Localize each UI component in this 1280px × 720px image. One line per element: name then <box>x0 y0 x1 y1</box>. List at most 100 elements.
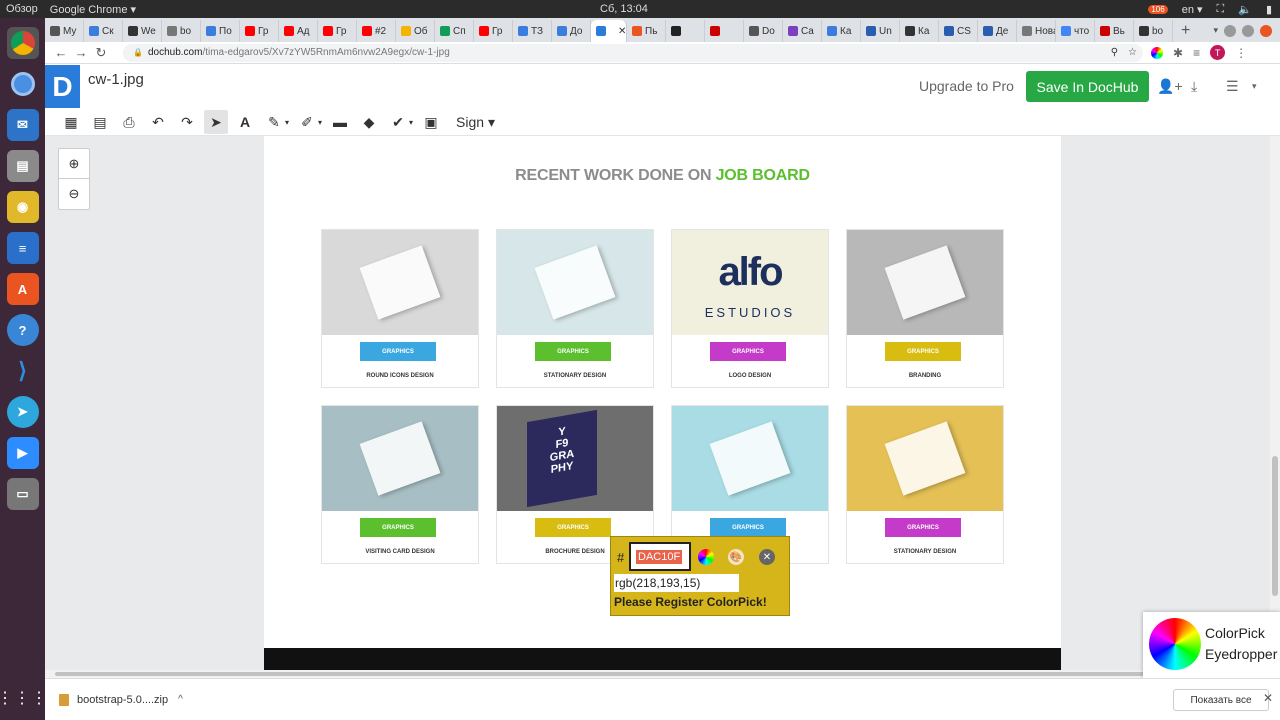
media-icon[interactable]: ≡ <box>1193 46 1200 60</box>
maximize-button[interactable] <box>1242 25 1254 37</box>
clock[interactable]: Сб, 13:04 <box>600 3 648 15</box>
browser-tab[interactable]: Гр <box>318 20 357 42</box>
browser-tab[interactable]: My <box>45 20 84 42</box>
writer-icon[interactable]: ≡ <box>6 232 39 264</box>
redo-icon[interactable]: ↷ <box>175 110 199 134</box>
checkmark-dropdown-icon[interactable]: ▾ <box>409 118 413 127</box>
show-apps-icon[interactable]: ⋮⋮⋮ <box>0 688 48 708</box>
help-icon[interactable]: ? <box>6 314 39 346</box>
text-tool-icon[interactable]: A <box>233 110 257 134</box>
extensions-puzzle-icon[interactable]: ✱ <box>1173 46 1183 60</box>
browser-tab[interactable]: Do <box>744 20 783 42</box>
highlighter-dropdown-icon[interactable]: ▾ <box>318 118 322 127</box>
add-user-icon[interactable]: 👤+ <box>1157 78 1183 95</box>
volume-icon[interactable]: 🔈 <box>1238 3 1252 16</box>
dochub-logo[interactable]: D <box>45 65 80 108</box>
mail-icon[interactable]: ✉ <box>6 109 39 141</box>
checkmark-icon[interactable]: ✔ <box>386 110 410 134</box>
url-input[interactable]: 🔒 dochub.com/tima-edgarov5/Xv7zYW5RnmAm6… <box>123 43 1143 62</box>
browser-tab[interactable]: Ка <box>822 20 861 42</box>
horizontal-scrollbar[interactable] <box>45 670 1280 678</box>
profile-avatar[interactable]: T <box>1210 45 1226 60</box>
hamburger-menu-icon[interactable]: ☰ <box>1226 78 1239 95</box>
undo-icon[interactable]: ↶ <box>146 110 170 134</box>
menu-kebab-icon[interactable]: ⋮ <box>1235 46 1247 60</box>
browser-tab[interactable]: We <box>123 20 162 42</box>
rhythmbox-icon[interactable]: ◉ <box>6 191 39 223</box>
new-tab-button[interactable]: + <box>1173 20 1198 42</box>
software-icon[interactable]: A <box>6 273 39 305</box>
chromium-icon[interactable] <box>7 68 39 100</box>
close-downloads-icon[interactable]: ✕ <box>1263 691 1273 705</box>
eraser-icon[interactable]: ◆ <box>357 110 381 134</box>
zoom-in-icon[interactable]: ⊕ <box>59 149 89 179</box>
vscode-icon[interactable]: ⟩ <box>7 355 39 387</box>
browser-tab[interactable]: Ca <box>783 20 822 42</box>
browser-tab[interactable]: Ск <box>84 20 123 42</box>
hex-value-field[interactable]: DAC10F <box>629 542 691 571</box>
forward-icon[interactable]: → <box>71 45 91 60</box>
highlighter-icon[interactable]: ✐ <box>295 110 319 134</box>
download-icon[interactable]: ⤓ <box>1191 78 1197 95</box>
image-icon[interactable]: ▣ <box>419 110 443 134</box>
browser-tab[interactable]: Вь <box>1095 20 1134 42</box>
sign-menu[interactable]: Sign ▾ <box>456 114 495 131</box>
browser-tab[interactable]: Де <box>978 20 1017 42</box>
browser-tab[interactable] <box>705 20 744 42</box>
vertical-scroll-thumb[interactable] <box>1272 456 1278 596</box>
browser-tab[interactable]: До <box>552 20 591 42</box>
color-wheel-icon[interactable] <box>698 549 714 565</box>
register-notice[interactable]: Please Register ColorPick! <box>614 595 767 609</box>
activities-button[interactable]: Обзор <box>6 3 38 16</box>
files-icon[interactable]: ▤ <box>6 150 39 182</box>
browser-tab[interactable]: Сп <box>435 20 474 42</box>
reload-icon[interactable]: ↻ <box>91 45 111 61</box>
save-in-dochub-button[interactable]: Save In DocHub <box>1026 71 1149 102</box>
colorpick-eyedropper-popup[interactable]: ColorPick Eyedropper <box>1143 612 1280 678</box>
bookmark-star-icon[interactable]: ☆ <box>1128 47 1137 58</box>
document-title[interactable]: cw-1.jpg <box>88 71 144 88</box>
chevron-down-icon[interactable]: ▾ <box>1252 81 1257 92</box>
browser-tab[interactable]: Ка <box>900 20 939 42</box>
pen-dropdown-icon[interactable]: ▾ <box>285 118 289 127</box>
horizontal-scroll-thumb[interactable] <box>55 672 1245 676</box>
palette-icon[interactable]: 🎨 <box>728 549 744 565</box>
rgb-value-field[interactable]: rgb(218,193,15) <box>614 574 739 592</box>
dropdown-icon[interactable]: ▾ <box>1213 25 1218 37</box>
browser-tab[interactable]: CS <box>939 20 978 42</box>
close-window-button[interactable] <box>1260 25 1272 37</box>
show-all-button[interactable]: Показать все <box>1173 689 1269 711</box>
scanner-icon[interactable]: ▭ <box>6 478 39 510</box>
chrome-icon[interactable] <box>6 27 39 59</box>
minimize-button[interactable] <box>1224 25 1236 37</box>
browser-tab[interactable]: bo <box>162 20 201 42</box>
browser-tab[interactable]: bo <box>1134 20 1173 42</box>
download-item[interactable]: bootstrap-5.0....zip <box>59 693 168 706</box>
select-arrow-icon[interactable]: ➤ <box>204 110 228 134</box>
browser-tab[interactable]: Нова <box>1017 20 1056 42</box>
pen-tool-icon[interactable]: ✎ <box>262 110 286 134</box>
keyboard-language[interactable]: en ▾ <box>1182 3 1203 16</box>
extension-colorpick-icon[interactable] <box>1151 46 1163 59</box>
comment-icon[interactable]: ▬ <box>328 110 352 134</box>
print-icon[interactable]: ⎙ <box>117 110 141 134</box>
browser-tab[interactable]: Об <box>396 20 435 42</box>
notification-badge[interactable]: 106 <box>1148 4 1168 14</box>
browser-tab[interactable]: что <box>1056 20 1095 42</box>
telegram-icon[interactable]: ➤ <box>6 396 39 428</box>
app-menu[interactable]: Google Chrome ▾ <box>50 3 136 16</box>
network-icon[interactable]: ⛶ <box>1217 3 1225 16</box>
tab-active[interactable]: ✕ <box>591 20 627 42</box>
close-tab-icon[interactable]: ✕ <box>618 26 626 37</box>
battery-icon[interactable]: ▮ <box>1266 3 1272 16</box>
vertical-scrollbar[interactable] <box>1270 136 1280 670</box>
upgrade-link[interactable]: Upgrade to Pro <box>919 78 1014 94</box>
browser-tab[interactable]: Пь <box>627 20 666 42</box>
zoom-lens-icon[interactable]: ⚲ <box>1111 47 1118 58</box>
browser-tab[interactable]: Гр <box>474 20 513 42</box>
browser-tab[interactable]: Гр <box>240 20 279 42</box>
back-icon[interactable]: ← <box>51 45 71 60</box>
zoom-icon[interactable]: ▶ <box>6 437 39 469</box>
browser-tab[interactable]: Un <box>861 20 900 42</box>
browser-tab[interactable]: #2 <box>357 20 396 42</box>
